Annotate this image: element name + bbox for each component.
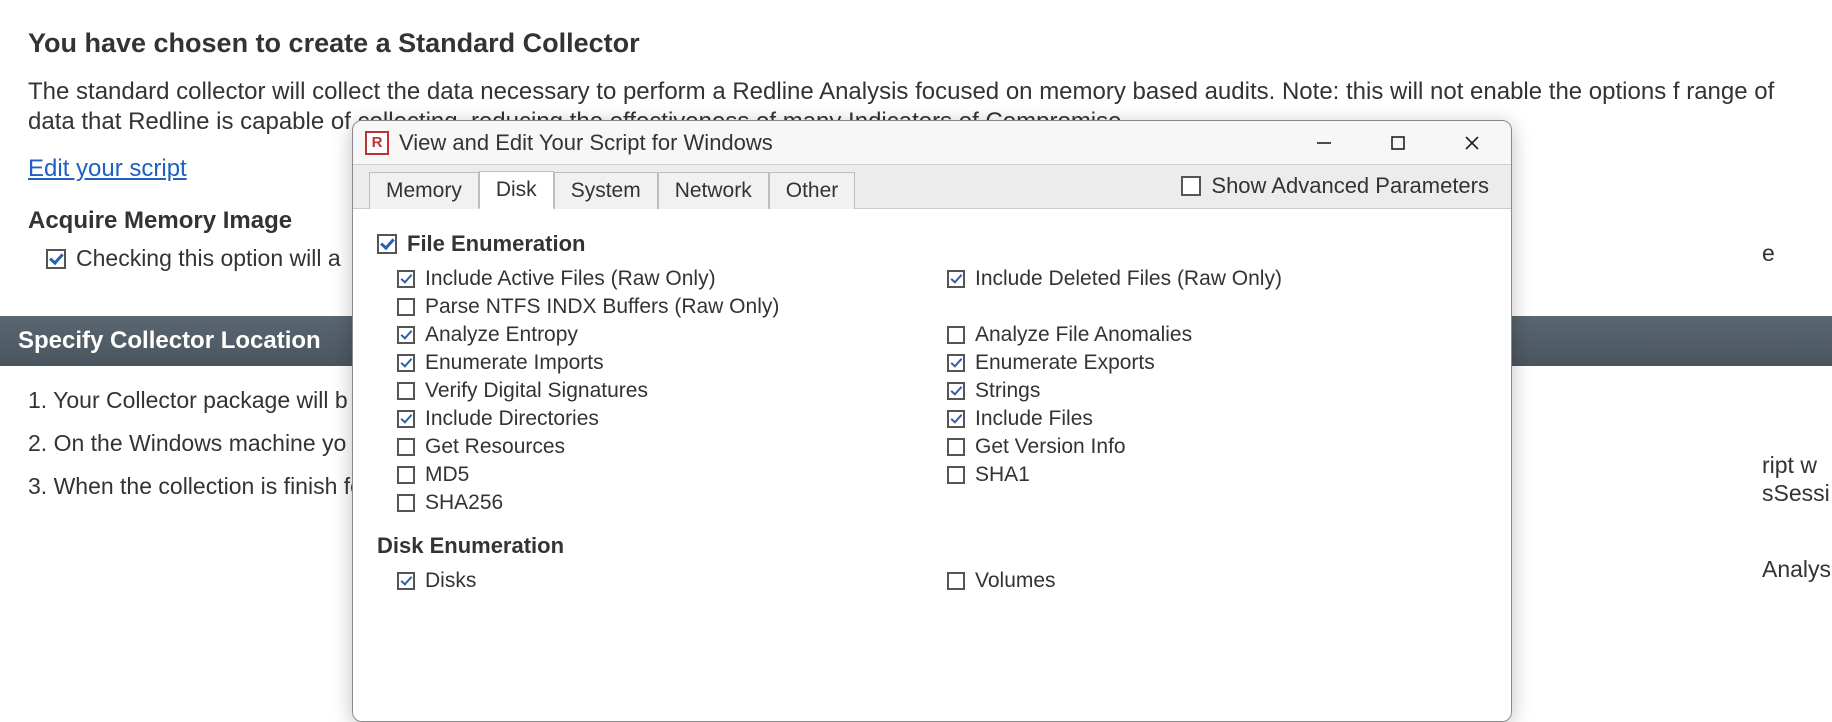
minimize-button[interactable]	[1301, 127, 1347, 159]
bg-text-fragment: Analys	[1762, 556, 1832, 583]
bg-text-fragment: ript w	[1762, 452, 1832, 479]
close-button[interactable]	[1449, 127, 1495, 159]
option-parse-ntfs-indx-buffers-raw-only[interactable]: Parse NTFS INDX Buffers (Raw Only)	[397, 295, 937, 319]
option-label: Enumerate Imports	[425, 351, 604, 375]
option-md5[interactable]: MD5	[397, 463, 937, 487]
tab-other[interactable]: Other	[769, 172, 856, 209]
option-label: Verify Digital Signatures	[425, 379, 648, 403]
option-verify-digital-signatures[interactable]: Verify Digital Signatures	[397, 379, 937, 403]
option-label: Include Directories	[425, 407, 599, 431]
option-analyze-entropy[interactable]: Analyze Entropy	[397, 323, 937, 347]
script-editor-dialog: R View and Edit Your Script for Windows …	[352, 120, 1512, 722]
option-sha1[interactable]: SHA1	[947, 463, 1487, 487]
disk-enumeration-header: Disk Enumeration	[377, 533, 1487, 559]
collector-location-title: Specify Collector Location	[18, 327, 321, 355]
redline-app-icon: R	[365, 131, 389, 155]
dialog-title: View and Edit Your Script for Windows	[399, 130, 1301, 156]
option-checkbox[interactable]	[397, 354, 415, 372]
option-label: Include Deleted Files (Raw Only)	[975, 267, 1282, 291]
option-strings[interactable]: Strings	[947, 379, 1487, 403]
bg-text-fragment: sSessi	[1762, 480, 1832, 507]
option-checkbox[interactable]	[947, 354, 965, 372]
option-get-version-info[interactable]: Get Version Info	[947, 435, 1487, 459]
option-label: Include Active Files (Raw Only)	[425, 267, 716, 291]
option-label: Strings	[975, 379, 1040, 403]
dialog-body: File Enumeration Include Active Files (R…	[353, 209, 1511, 721]
maximize-button[interactable]	[1375, 127, 1421, 159]
option-enumerate-exports[interactable]: Enumerate Exports	[947, 351, 1487, 375]
tabs: Memory Disk System Network Other	[369, 170, 855, 208]
option-disks[interactable]: Disks	[397, 569, 937, 593]
option-label: Get Resources	[425, 435, 565, 459]
file-enumeration-checkbox[interactable]	[377, 234, 397, 254]
tab-disk[interactable]: Disk	[479, 171, 554, 209]
option-volumes[interactable]: Volumes	[947, 569, 1487, 593]
option-get-resources[interactable]: Get Resources	[397, 435, 937, 459]
option-enumerate-imports[interactable]: Enumerate Imports	[397, 351, 937, 375]
show-advanced-checkbox[interactable]	[1181, 176, 1201, 196]
dialog-titlebar[interactable]: R View and Edit Your Script for Windows	[353, 121, 1511, 165]
disk-enumeration-title: Disk Enumeration	[377, 533, 564, 559]
option-label: Volumes	[975, 569, 1056, 593]
option-label: Analyze File Anomalies	[975, 323, 1192, 347]
option-include-active-files-raw-only[interactable]: Include Active Files (Raw Only)	[397, 267, 937, 291]
acquire-memory-label: Checking this option will a	[76, 245, 341, 272]
option-checkbox[interactable]	[947, 326, 965, 344]
option-label: SHA256	[425, 491, 503, 515]
show-advanced-label: Show Advanced Parameters	[1211, 173, 1489, 199]
file-enumeration-title: File Enumeration	[407, 231, 585, 257]
disk-enumeration-options: Disks Volumes	[397, 569, 1487, 593]
option-checkbox[interactable]	[947, 270, 965, 288]
option-label: Get Version Info	[975, 435, 1126, 459]
file-enumeration-header[interactable]: File Enumeration	[377, 231, 1487, 257]
file-enumeration-options: Include Active Files (Raw Only) Include D…	[397, 267, 1487, 515]
option-checkbox[interactable]	[397, 410, 415, 428]
option-checkbox[interactable]	[947, 438, 965, 456]
bg-text-fragment: e	[1762, 240, 1832, 267]
option-label: SHA1	[975, 463, 1030, 487]
option-checkbox[interactable]	[397, 326, 415, 344]
option-label: Enumerate Exports	[975, 351, 1155, 375]
option-label: Analyze Entropy	[425, 323, 578, 347]
option-checkbox[interactable]	[397, 572, 415, 590]
option-checkbox[interactable]	[397, 270, 415, 288]
option-checkbox[interactable]	[947, 410, 965, 428]
option-checkbox[interactable]	[397, 466, 415, 484]
option-label: Disks	[425, 569, 476, 593]
option-label: Parse NTFS INDX Buffers (Raw Only)	[425, 295, 779, 319]
option-include-files[interactable]: Include Files	[947, 407, 1487, 431]
option-sha256[interactable]: SHA256	[397, 491, 937, 515]
tab-system[interactable]: System	[554, 172, 658, 209]
option-analyze-file-anomalies[interactable]: Analyze File Anomalies	[947, 323, 1487, 347]
option-checkbox[interactable]	[397, 438, 415, 456]
option-checkbox[interactable]	[397, 298, 415, 316]
option-include-deleted-files-raw-only[interactable]: Include Deleted Files (Raw Only)	[947, 267, 1487, 291]
tab-network[interactable]: Network	[658, 172, 769, 209]
option-include-directories[interactable]: Include Directories	[397, 407, 937, 431]
option-checkbox[interactable]	[947, 466, 965, 484]
option-checkbox[interactable]	[397, 382, 415, 400]
option-label: MD5	[425, 463, 469, 487]
option-checkbox[interactable]	[947, 572, 965, 590]
option-checkbox[interactable]	[397, 494, 415, 512]
dialog-tab-row: Memory Disk System Network Other Show Ad…	[353, 165, 1511, 209]
edit-script-link[interactable]: Edit your script	[28, 155, 187, 183]
tab-memory[interactable]: Memory	[369, 172, 479, 209]
show-advanced-parameters[interactable]: Show Advanced Parameters	[1181, 173, 1489, 199]
option-label: Include Files	[975, 407, 1093, 431]
page-title: You have chosen to create a Standard Col…	[28, 28, 1804, 59]
option-checkbox[interactable]	[947, 382, 965, 400]
window-controls	[1301, 127, 1495, 159]
acquire-memory-checkbox[interactable]	[46, 249, 66, 269]
